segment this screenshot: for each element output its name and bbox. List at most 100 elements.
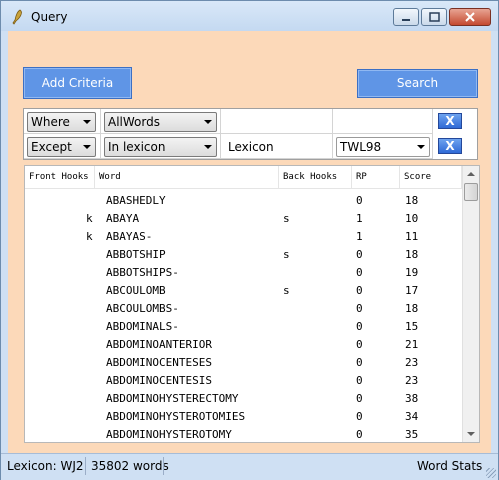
search-button[interactable]: Search bbox=[357, 69, 478, 98]
table-row[interactable]: ABBOTSHIPS- 0 19 bbox=[25, 264, 462, 282]
resize-grip-icon[interactable] bbox=[486, 468, 496, 478]
table-row[interactable]: ABCOULOMB s 0 17 bbox=[25, 282, 462, 300]
cell-word: ABDOMINALS- bbox=[106, 320, 179, 333]
cell-score: 34 bbox=[405, 410, 419, 423]
cell-score: 10 bbox=[405, 212, 419, 225]
column-header-rp[interactable]: RP bbox=[352, 166, 400, 188]
criteria-field-value: In lexicon bbox=[108, 140, 166, 154]
criteria-mode-select[interactable]: Except bbox=[27, 137, 96, 157]
cell-rp: 0 bbox=[356, 338, 363, 351]
cell-rp: 0 bbox=[356, 284, 363, 297]
minimize-button[interactable] bbox=[393, 8, 419, 26]
title-bar[interactable]: Query bbox=[1, 1, 498, 31]
cell-word: ABBOTSHIP bbox=[106, 248, 166, 261]
cell-word: ABCOULOMB bbox=[106, 284, 166, 297]
cell-score: 15 bbox=[405, 320, 419, 333]
cell-score: 11 bbox=[405, 230, 419, 243]
cell-word: ABDOMINOHYSTERECTOMY bbox=[106, 392, 239, 405]
cell-word: ABASHEDLY bbox=[106, 194, 166, 207]
table-row[interactable]: k ABAYAS- 1 11 bbox=[25, 228, 462, 246]
chevron-down-icon bbox=[204, 120, 212, 124]
remove-criteria-button[interactable]: X bbox=[438, 113, 462, 129]
cell-word: ABDOMINOHYSTEROTOMIES bbox=[106, 410, 246, 423]
scroll-down-icon[interactable] bbox=[467, 432, 475, 436]
cell-rp: 0 bbox=[356, 302, 363, 315]
cell-word: ABBOTSHIPS- bbox=[106, 266, 179, 279]
criteria-mode-select[interactable]: Where bbox=[27, 112, 96, 132]
close-icon bbox=[465, 12, 475, 22]
column-header-score[interactable]: Score bbox=[400, 166, 462, 188]
cell-rp: 0 bbox=[356, 410, 363, 423]
cell-score: 18 bbox=[405, 248, 419, 261]
cell-score: 18 bbox=[405, 302, 419, 315]
query-window: Query Add Criteria Search Where AllWords bbox=[0, 0, 499, 480]
table-row[interactable]: ABDOMINOHYSTERECTOMY 0 38 bbox=[25, 390, 462, 408]
quill-icon bbox=[12, 9, 22, 25]
cell-word: ABCOULOMBS- bbox=[106, 302, 179, 315]
cell-rp: 0 bbox=[356, 194, 363, 207]
chevron-down-icon bbox=[417, 145, 425, 149]
cell-rp: 0 bbox=[356, 320, 363, 333]
cell-rp: 0 bbox=[356, 248, 363, 261]
add-criteria-button[interactable]: Add Criteria bbox=[23, 67, 132, 99]
results-table[interactable]: Front Hooks Word Back Hooks RP Score ABA… bbox=[24, 165, 480, 443]
criteria-value-text[interactable]: Lexicon bbox=[228, 140, 274, 154]
cell-score: 17 bbox=[405, 284, 419, 297]
cell-rp: 0 bbox=[356, 428, 363, 441]
cell-score: 35 bbox=[405, 428, 419, 441]
table-row[interactable]: ABCOULOMBS- 0 18 bbox=[25, 300, 462, 318]
table-row[interactable]: ABDOMINOHYSTEROTOMIES 0 34 bbox=[25, 408, 462, 426]
status-bar: Lexicon: WJ2 35802 words Word Stats bbox=[1, 453, 498, 480]
table-row[interactable]: ABDOMINALS- 0 15 bbox=[25, 318, 462, 336]
lexicon-select-value: TWL98 bbox=[340, 140, 382, 154]
close-icon: X bbox=[445, 139, 455, 153]
status-divider bbox=[163, 457, 164, 475]
table-row[interactable]: ABDOMINOHYSTEROTOMY 0 35 bbox=[25, 426, 462, 442]
minimize-icon bbox=[402, 19, 410, 21]
criteria-grid: Where AllWords X Except In lexicon Lexic… bbox=[23, 108, 478, 160]
cell-rp: 1 bbox=[356, 212, 363, 225]
chevron-down-icon bbox=[83, 120, 91, 124]
cell-front: k bbox=[86, 212, 93, 225]
cell-score: 23 bbox=[405, 356, 419, 369]
word-stats-link[interactable]: Word Stats bbox=[417, 459, 482, 473]
status-word-count: 35802 words bbox=[91, 459, 169, 473]
table-row[interactable]: ABBOTSHIP s 0 18 bbox=[25, 246, 462, 264]
table-row[interactable]: ABASHEDLY 0 18 bbox=[25, 192, 462, 210]
cell-rp: 0 bbox=[356, 374, 363, 387]
criteria-field-select[interactable]: AllWords bbox=[104, 112, 217, 132]
criteria-field-select[interactable]: In lexicon bbox=[104, 137, 217, 157]
cell-score: 21 bbox=[405, 338, 419, 351]
table-header: Front Hooks Word Back Hooks RP Score bbox=[25, 166, 462, 189]
cell-score: 18 bbox=[405, 194, 419, 207]
maximize-button[interactable] bbox=[421, 8, 447, 26]
lexicon-select[interactable]: TWL98 bbox=[336, 137, 430, 157]
status-divider bbox=[85, 457, 86, 475]
column-header-word[interactable]: Word bbox=[95, 166, 279, 188]
remove-criteria-button[interactable]: X bbox=[438, 138, 462, 154]
scroll-up-icon[interactable] bbox=[467, 172, 475, 176]
cell-rp: 0 bbox=[356, 266, 363, 279]
chevron-down-icon bbox=[83, 145, 91, 149]
vertical-scrollbar[interactable] bbox=[462, 166, 479, 442]
criteria-cell bbox=[221, 109, 333, 134]
query-panel: Add Criteria Search Where AllWords X Exc… bbox=[8, 31, 491, 472]
cell-front: k bbox=[86, 230, 93, 243]
table-row[interactable]: k ABAYA s 1 10 bbox=[25, 210, 462, 228]
chevron-down-icon bbox=[204, 145, 212, 149]
cell-score: 23 bbox=[405, 374, 419, 387]
column-header-back-hooks[interactable]: Back Hooks bbox=[279, 166, 352, 188]
cell-score: 19 bbox=[405, 266, 419, 279]
scroll-thumb[interactable] bbox=[464, 183, 478, 201]
cell-word: ABDOMINOHYSTEROTOMY bbox=[106, 428, 232, 441]
criteria-mode-value: Where bbox=[31, 115, 70, 129]
table-row[interactable]: ABDOMINOANTERIOR 0 21 bbox=[25, 336, 462, 354]
table-row[interactable]: ABDOMINOCENTESES 0 23 bbox=[25, 354, 462, 372]
close-button[interactable] bbox=[449, 8, 491, 26]
column-header-front-hooks[interactable]: Front Hooks bbox=[25, 166, 95, 188]
table-row[interactable]: ABDOMINOCENTESIS 0 23 bbox=[25, 372, 462, 390]
cell-back: s bbox=[283, 248, 290, 261]
cell-score: 38 bbox=[405, 392, 419, 405]
cell-word: ABDOMINOCENTESES bbox=[106, 356, 212, 369]
cell-word: ABDOMINOCENTESIS bbox=[106, 374, 212, 387]
